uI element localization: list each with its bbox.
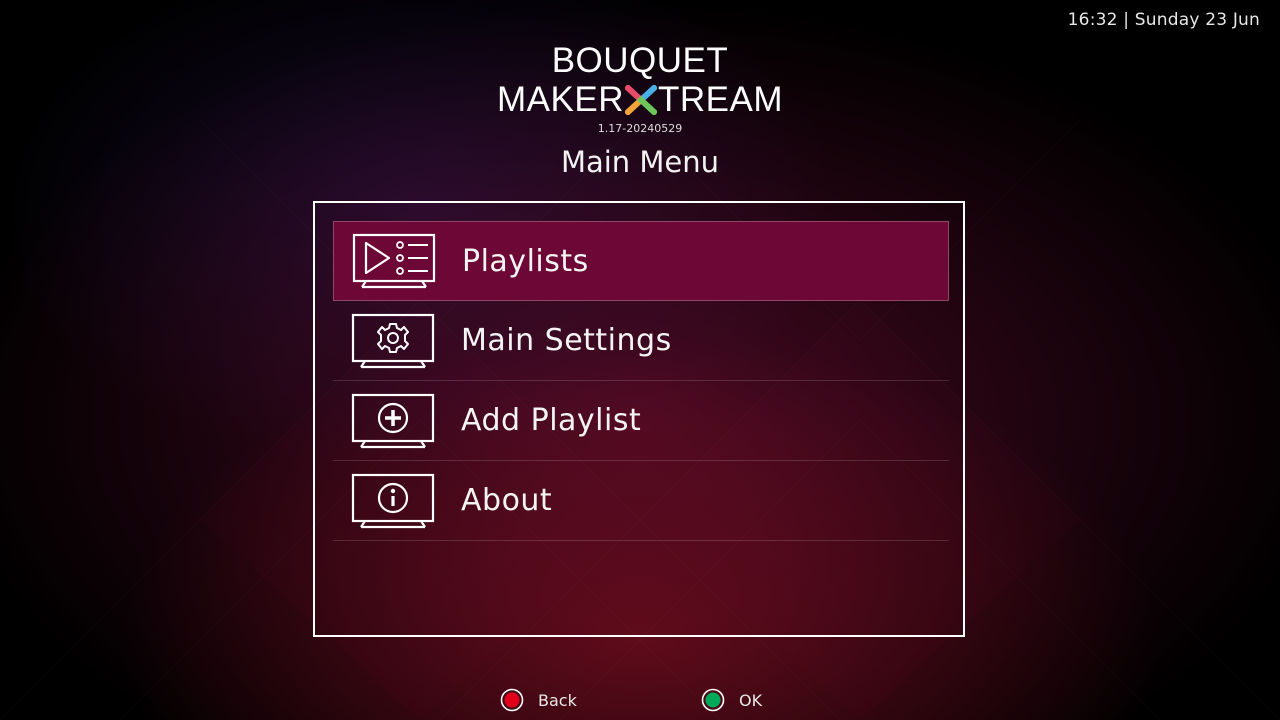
menu-item-label: Add Playlist [461, 403, 642, 438]
menu-list: Playlists Main Settings Add Playlist Abo… [333, 221, 949, 541]
info-icon [351, 473, 435, 528]
back-button[interactable]: Back [500, 688, 577, 712]
logo-line-2-left: MAKER [497, 80, 624, 119]
playlist-icon [352, 233, 436, 289]
footer-bar: Back OK [0, 688, 1280, 712]
clock-readout: 16:32 | Sunday 23 Jun [1067, 10, 1260, 30]
menu-item-add-playlist[interactable]: Add Playlist [333, 381, 949, 461]
menu-item-about[interactable]: About [333, 461, 949, 541]
logo-line-2-right: TREAM [657, 80, 783, 119]
version-label: 1.17-20240529 [597, 122, 683, 135]
add-icon [351, 393, 435, 448]
green-button-icon [701, 688, 725, 712]
logo-line-2: MAKER TREAM [497, 80, 783, 120]
menu-item-label: Main Settings [461, 323, 672, 358]
ok-button-label: OK [739, 690, 763, 710]
page-title: Main Menu [560, 145, 720, 179]
app-logo: BOUQUET MAKER TREAM 1.17-20240529 [0, 41, 1280, 136]
gear-icon [351, 313, 435, 368]
back-button-label: Back [538, 690, 577, 710]
ok-button[interactable]: OK [701, 688, 762, 712]
red-button-icon [500, 688, 524, 712]
main-menu-panel: Playlists Main Settings Add Playlist Abo… [313, 201, 965, 637]
menu-item-label: About [461, 483, 553, 518]
logo-x-icon [624, 85, 657, 115]
logo-line-1: BOUQUET [551, 41, 729, 80]
menu-item-label: Playlists [462, 243, 589, 279]
menu-item-main-settings[interactable]: Main Settings [333, 301, 949, 381]
menu-item-playlists[interactable]: Playlists [333, 221, 949, 301]
